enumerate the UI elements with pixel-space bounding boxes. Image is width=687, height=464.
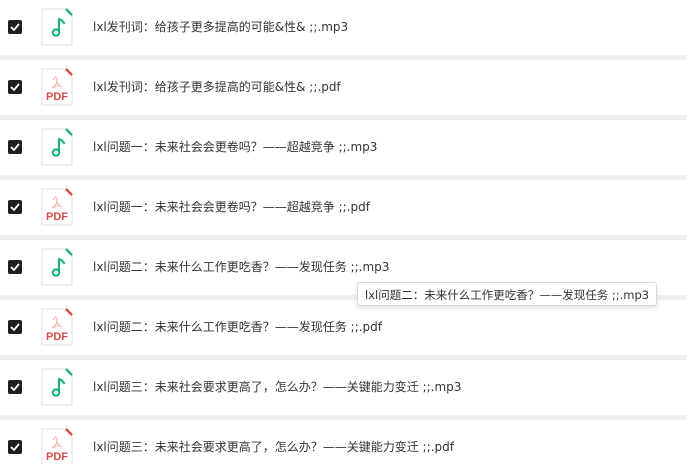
checkbox-checked[interactable] [8,260,22,274]
checkmark-icon [10,143,20,151]
checkmark-icon [10,323,20,331]
checkbox-checked[interactable] [8,320,22,334]
file-row[interactable]: lxl问题一：未来社会会更卷吗？——超越竞争 ;;.mp3 [0,120,687,175]
pdf-file-icon: PDF [41,428,73,464]
file-name: lxl问题三：未来社会要求更高了，怎么办？——关键能力变迁 ;;.mp3 [93,380,462,394]
file-name: lxl问题二：未来什么工作更吃香？——发现任务 ;;.pdf [93,320,382,334]
pdf-file-icon: PDF [41,68,73,106]
checkbox-checked[interactable] [8,80,22,94]
music-file-icon [41,368,73,406]
svg-text:PDF: PDF [46,331,68,343]
pdf-file-icon: PDF [41,308,73,346]
file-row[interactable]: PDF lxl问题三：未来社会要求更高了，怎么办？——关键能力变迁 ;;.pdf [0,420,687,464]
checkmark-icon [10,263,20,271]
file-row[interactable]: lxl问题三：未来社会要求更高了，怎么办？——关键能力变迁 ;;.mp3 [0,360,687,415]
music-file-icon [41,248,73,286]
file-row[interactable]: lxl发刊词：给孩子更多提高的可能&性& ;;.mp3 [0,0,687,55]
checkmark-icon [10,443,20,451]
file-row[interactable]: PDF lxl问题二：未来什么工作更吃香？——发现任务 ;;.pdf [0,300,687,355]
checkbox-checked[interactable] [8,380,22,394]
checkmark-icon [10,203,20,211]
file-name: lxl问题三：未来社会要求更高了，怎么办？——关键能力变迁 ;;.pdf [93,440,454,454]
file-row[interactable]: PDF lxl发刊词：给孩子更多提高的可能&性& ;;.pdf [0,60,687,115]
filename-tooltip: lxl问题二：未来什么工作更吃香？——发现任务 ;;.mp3 [357,282,658,306]
pdf-file-icon: PDF [41,188,73,226]
checkmark-icon [10,383,20,391]
file-name: lxl问题一：未来社会会更卷吗？——超越竞争 ;;.mp3 [93,140,378,154]
file-row[interactable]: PDF lxl问题一：未来社会会更卷吗？——超越竞争 ;;.pdf [0,180,687,235]
file-name: lxl问题二：未来什么工作更吃香？——发现任务 ;;.mp3 [93,260,390,274]
file-name: lxl问题一：未来社会会更卷吗？——超越竞争 ;;.pdf [93,200,370,214]
music-file-icon [41,128,73,166]
checkbox-checked[interactable] [8,140,22,154]
file-name: lxl发刊词：给孩子更多提高的可能&性& ;;.pdf [93,80,341,94]
checkmark-icon [10,23,20,31]
svg-text:PDF: PDF [46,451,68,463]
file-list: lxl发刊词：给孩子更多提高的可能&性& ;;.mp3 PDF lxl发刊词：给… [0,0,687,464]
checkmark-icon [10,83,20,91]
checkbox-checked[interactable] [8,20,22,34]
music-file-icon [41,8,73,46]
svg-text:PDF: PDF [46,91,68,103]
file-name: lxl发刊词：给孩子更多提高的可能&性& ;;.mp3 [93,20,349,34]
svg-text:PDF: PDF [46,211,68,223]
checkbox-checked[interactable] [8,200,22,214]
checkbox-checked[interactable] [8,440,22,454]
